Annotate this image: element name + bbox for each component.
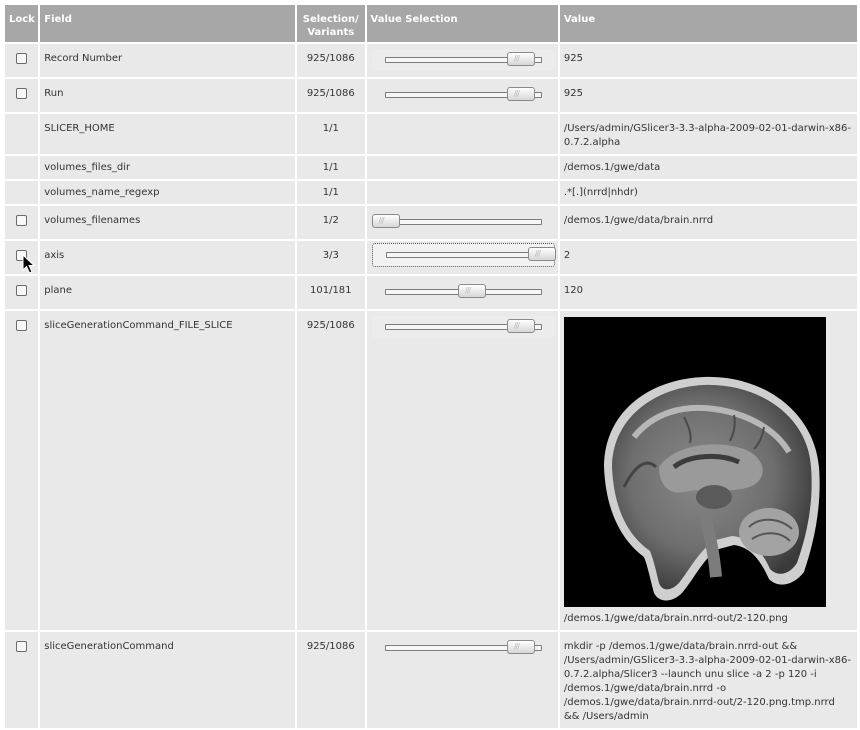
- field-cell: axis: [40, 241, 296, 274]
- lock-checkbox[interactable]: [16, 53, 28, 64]
- value-cell: mkdir -p /demos.1/gwe/data/brain.nrrd-ou…: [559, 632, 857, 728]
- table-header-row: Lock Field Selection/ Variants Value Sel…: [5, 5, 857, 42]
- header-field[interactable]: Field: [40, 5, 296, 42]
- lock-cell: [5, 311, 39, 630]
- table-row: sliceGenerationCommand 925/1086 mkdir -p…: [5, 632, 857, 728]
- table-row: plane 101/181 120: [5, 276, 857, 309]
- selection-cell: 101/181: [297, 276, 365, 309]
- selection-cell: 1/1: [297, 156, 365, 179]
- lock-cell: [5, 79, 39, 112]
- table-row: sliceGenerationCommand_FILE_SLICE 925/10…: [5, 311, 857, 630]
- value-cell: /demos.1/gwe/data: [559, 156, 857, 179]
- selection-cell: 925/1086: [297, 632, 365, 728]
- value-cell: 2: [559, 241, 857, 274]
- value-selection-cell: [366, 311, 558, 630]
- table-row: Run 925/1086 925: [5, 79, 857, 112]
- value-slider[interactable]: [372, 84, 555, 106]
- mri-brain-slice-image[interactable]: [563, 317, 826, 607]
- selection-cell: 925/1086: [297, 44, 365, 77]
- lock-cell: [5, 206, 39, 239]
- value-selection-cell: [366, 44, 558, 77]
- lock-cell: [5, 156, 39, 179]
- value-cell: /demos.1/gwe/data/brain.nrrd-out/2-120.p…: [559, 311, 857, 630]
- table-row: volumes_filenames 1/2 /demos.1/gwe/data/…: [5, 206, 857, 239]
- selection-cell: 1/1: [297, 114, 365, 154]
- selection-cell: 925/1086: [297, 311, 365, 630]
- field-cell: Run: [40, 79, 296, 112]
- field-cell: sliceGenerationCommand: [40, 632, 296, 728]
- table-row: volumes_files_dir 1/1 /demos.1/gwe/data: [5, 156, 857, 179]
- slider-handle[interactable]: [506, 52, 535, 66]
- value-selection-cell: [366, 206, 558, 239]
- slider-handle[interactable]: [506, 319, 535, 333]
- table-row: Record Number 925/1086 925: [5, 44, 857, 77]
- value-slider[interactable]: [371, 316, 555, 338]
- slider-track[interactable]: [385, 252, 541, 258]
- lock-checkbox[interactable]: [16, 285, 28, 296]
- selection-cell: 1/1: [297, 181, 365, 204]
- header-value-selection[interactable]: Value Selection: [366, 5, 558, 42]
- mouse-pointer-icon: [22, 254, 36, 274]
- field-cell: plane: [40, 276, 296, 309]
- image-path-caption: /demos.1/gwe/data/brain.nrrd-out/2-120.p…: [563, 613, 788, 624]
- field-cell: volumes_name_regexp: [40, 181, 296, 204]
- value-cell: /Users/admin/GSlicer3-3.3-alpha-2009-02-…: [559, 114, 857, 154]
- parameter-table: Lock Field Selection/ Variants Value Sel…: [3, 3, 859, 730]
- value-selection-cell: [366, 632, 558, 728]
- header-value[interactable]: Value: [559, 5, 857, 42]
- lock-cell: [5, 44, 39, 77]
- value-selection-cell: [366, 114, 558, 154]
- lock-cell: [5, 181, 39, 204]
- value-selection-cell: [366, 241, 558, 274]
- value-selection-cell: [366, 181, 558, 204]
- table-row: axis 3/3 2: [5, 241, 857, 274]
- lock-cell: [5, 632, 39, 728]
- selection-cell: 925/1086: [297, 79, 365, 112]
- header-selection[interactable]: Selection/ Variants: [297, 5, 365, 42]
- slider-handle[interactable]: [506, 640, 535, 654]
- value-cell: /demos.1/gwe/data/brain.nrrd: [559, 206, 857, 239]
- lock-checkbox[interactable]: [16, 88, 28, 99]
- value-slider[interactable]: [371, 211, 555, 233]
- header-selection-label: Selection/ Variants: [302, 14, 359, 38]
- value-cell: 925: [559, 44, 857, 77]
- slider-track[interactable]: [384, 219, 542, 225]
- table-row: volumes_name_regexp 1/1 .*[.](nrrd|nhdr): [5, 181, 857, 204]
- lock-checkbox[interactable]: [16, 320, 28, 331]
- slider-handle[interactable]: [506, 87, 535, 101]
- field-cell: Record Number: [40, 44, 296, 77]
- value-selection-cell: [366, 156, 558, 179]
- value-selection-cell: [366, 79, 558, 112]
- field-cell: SLICER_HOME: [40, 114, 296, 154]
- value-cell: .*[.](nrrd|nhdr): [559, 181, 857, 204]
- table-row: SLICER_HOME 1/1 /Users/admin/GSlicer3-3.…: [5, 114, 857, 154]
- lock-checkbox[interactable]: [16, 641, 28, 652]
- value-slider[interactable]: [371, 243, 556, 267]
- field-cell: sliceGenerationCommand_FILE_SLICE: [40, 311, 296, 630]
- slider-handle[interactable]: [527, 247, 556, 261]
- value-slider[interactable]: [372, 637, 555, 659]
- slider-handle[interactable]: [458, 284, 487, 298]
- selection-cell: 3/3: [297, 241, 365, 274]
- header-lock[interactable]: Lock: [5, 5, 39, 42]
- lock-checkbox[interactable]: [16, 215, 28, 226]
- lock-cell: [5, 276, 39, 309]
- value-selection-cell: [366, 276, 558, 309]
- field-cell: volumes_files_dir: [40, 156, 296, 179]
- slider-handle[interactable]: [371, 214, 400, 228]
- value-slider[interactable]: [372, 281, 555, 303]
- value-cell: 925: [559, 79, 857, 112]
- value-cell: 120: [559, 276, 857, 309]
- field-cell: volumes_filenames: [40, 206, 296, 239]
- selection-cell: 1/2: [297, 206, 365, 239]
- value-slider[interactable]: [371, 49, 555, 71]
- lock-cell: [5, 114, 39, 154]
